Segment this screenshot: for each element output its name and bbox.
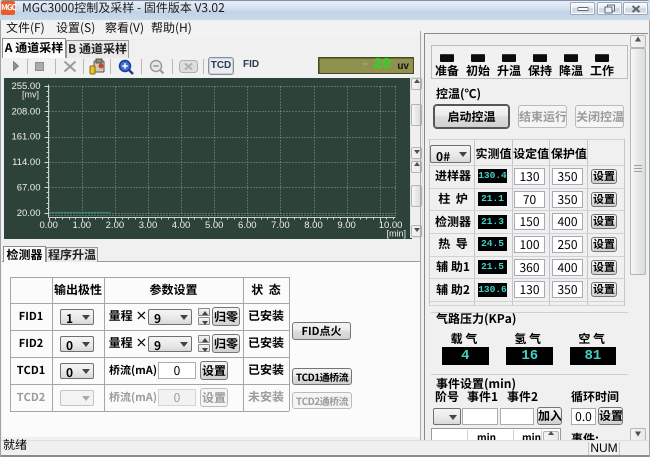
svg-text:3.00: 3.00 [139, 220, 158, 231]
svg-text:5.00: 5.00 [205, 220, 224, 231]
svg-text:20.00: 20.00 [17, 208, 41, 219]
svg-text:[mv]: [mv] [22, 90, 39, 100]
svg-text:8.00: 8.00 [304, 220, 323, 231]
svg-text:208.00: 208.00 [11, 106, 40, 117]
svg-text:[min]: [min] [386, 229, 406, 239]
svg-text:4.00: 4.00 [172, 220, 191, 231]
svg-text:67.00: 67.00 [17, 183, 41, 194]
svg-text:114.00: 114.00 [12, 157, 40, 168]
svg-text:2.00: 2.00 [106, 220, 125, 231]
svg-text:9.00: 9.00 [337, 220, 356, 231]
svg-text:6.00: 6.00 [238, 220, 257, 231]
svg-text:0.00: 0.00 [39, 220, 58, 231]
svg-text:161.00: 161.00 [11, 132, 40, 143]
svg-text:1.00: 1.00 [73, 220, 92, 231]
svg-text:7.00: 7.00 [271, 220, 290, 231]
